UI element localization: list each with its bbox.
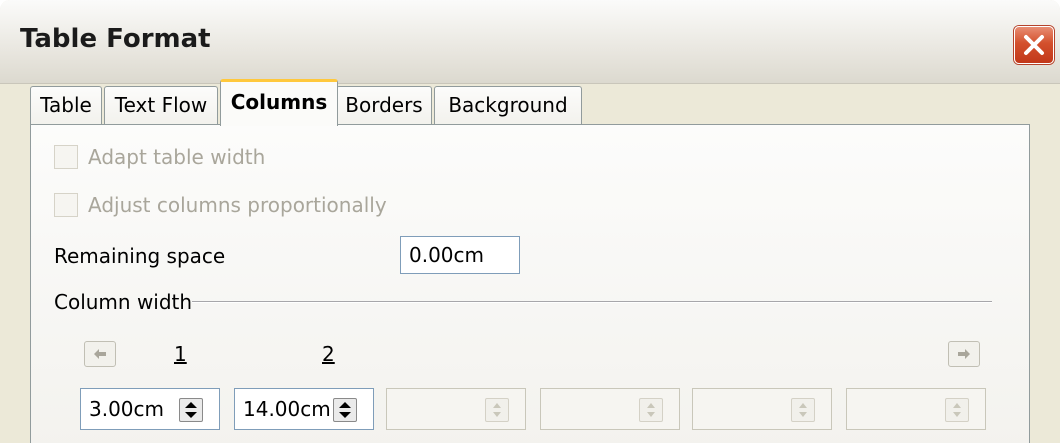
spinner-updown-button-2[interactable]: [333, 398, 357, 422]
tab-table[interactable]: Table: [30, 86, 102, 126]
spinner-updown-button-1[interactable]: [179, 398, 203, 422]
arrow-left-icon: [94, 349, 106, 359]
adapt-table-width-checkbox: [54, 145, 78, 169]
spinner-icon: [339, 402, 351, 418]
column-width-spinner-2[interactable]: 14.00cm: [234, 388, 374, 430]
column-width-value-2: 14.00cm: [243, 397, 331, 421]
column-width-spinner-6: [846, 388, 986, 430]
adjust-columns-checkbox: [54, 193, 78, 217]
column-number-2: 2: [322, 342, 335, 366]
tab-borders[interactable]: Borders: [336, 86, 432, 126]
spinner-icon: [493, 403, 501, 417]
spinner-icon: [185, 402, 197, 418]
column-width-spinner-5: [692, 388, 832, 430]
close-icon: [1024, 35, 1044, 55]
tab-columns[interactable]: Columns: [220, 79, 338, 126]
column-width-separator-highlight: [192, 302, 992, 303]
spinner-updown-button-6: [945, 398, 969, 422]
arrow-right-icon: [958, 349, 970, 359]
column-width-spinner-4: [540, 388, 680, 430]
spinner-icon: [953, 403, 961, 417]
spinner-icon: [799, 403, 807, 417]
spinner-icon: [647, 403, 655, 417]
close-button[interactable]: [1014, 26, 1054, 64]
adapt-table-width-label: Adapt table width: [88, 145, 266, 169]
remaining-space-field: 0.00cm: [400, 236, 520, 274]
column-width-label: Column width: [54, 290, 193, 314]
adjust-columns-label: Adjust columns proportionally: [88, 193, 387, 217]
column-width-value-1: 3.00cm: [89, 397, 165, 421]
spinner-updown-button-5: [791, 398, 815, 422]
title-bar: Table Format: [0, 0, 1060, 84]
dialog-window: Table Format Table Text Flow Columns Bor…: [0, 0, 1060, 443]
scroll-columns-right-button[interactable]: [948, 341, 980, 367]
column-width-spinner-1[interactable]: 3.00cm: [80, 388, 220, 430]
dialog-title: Table Format: [20, 24, 211, 54]
column-number-1: 1: [174, 342, 187, 366]
remaining-space-label: Remaining space: [54, 244, 226, 268]
scroll-columns-left-button[interactable]: [84, 341, 116, 367]
column-width-spinner-3: [386, 388, 526, 430]
tab-background[interactable]: Background: [434, 86, 582, 126]
tab-text-flow[interactable]: Text Flow: [104, 86, 218, 126]
adapt-table-width-option: Adapt table width: [54, 145, 265, 169]
spinner-updown-button-3: [485, 398, 509, 422]
remaining-space-value: 0.00cm: [409, 243, 485, 267]
adjust-columns-option: Adjust columns proportionally: [54, 193, 387, 217]
spinner-updown-button-4: [639, 398, 663, 422]
